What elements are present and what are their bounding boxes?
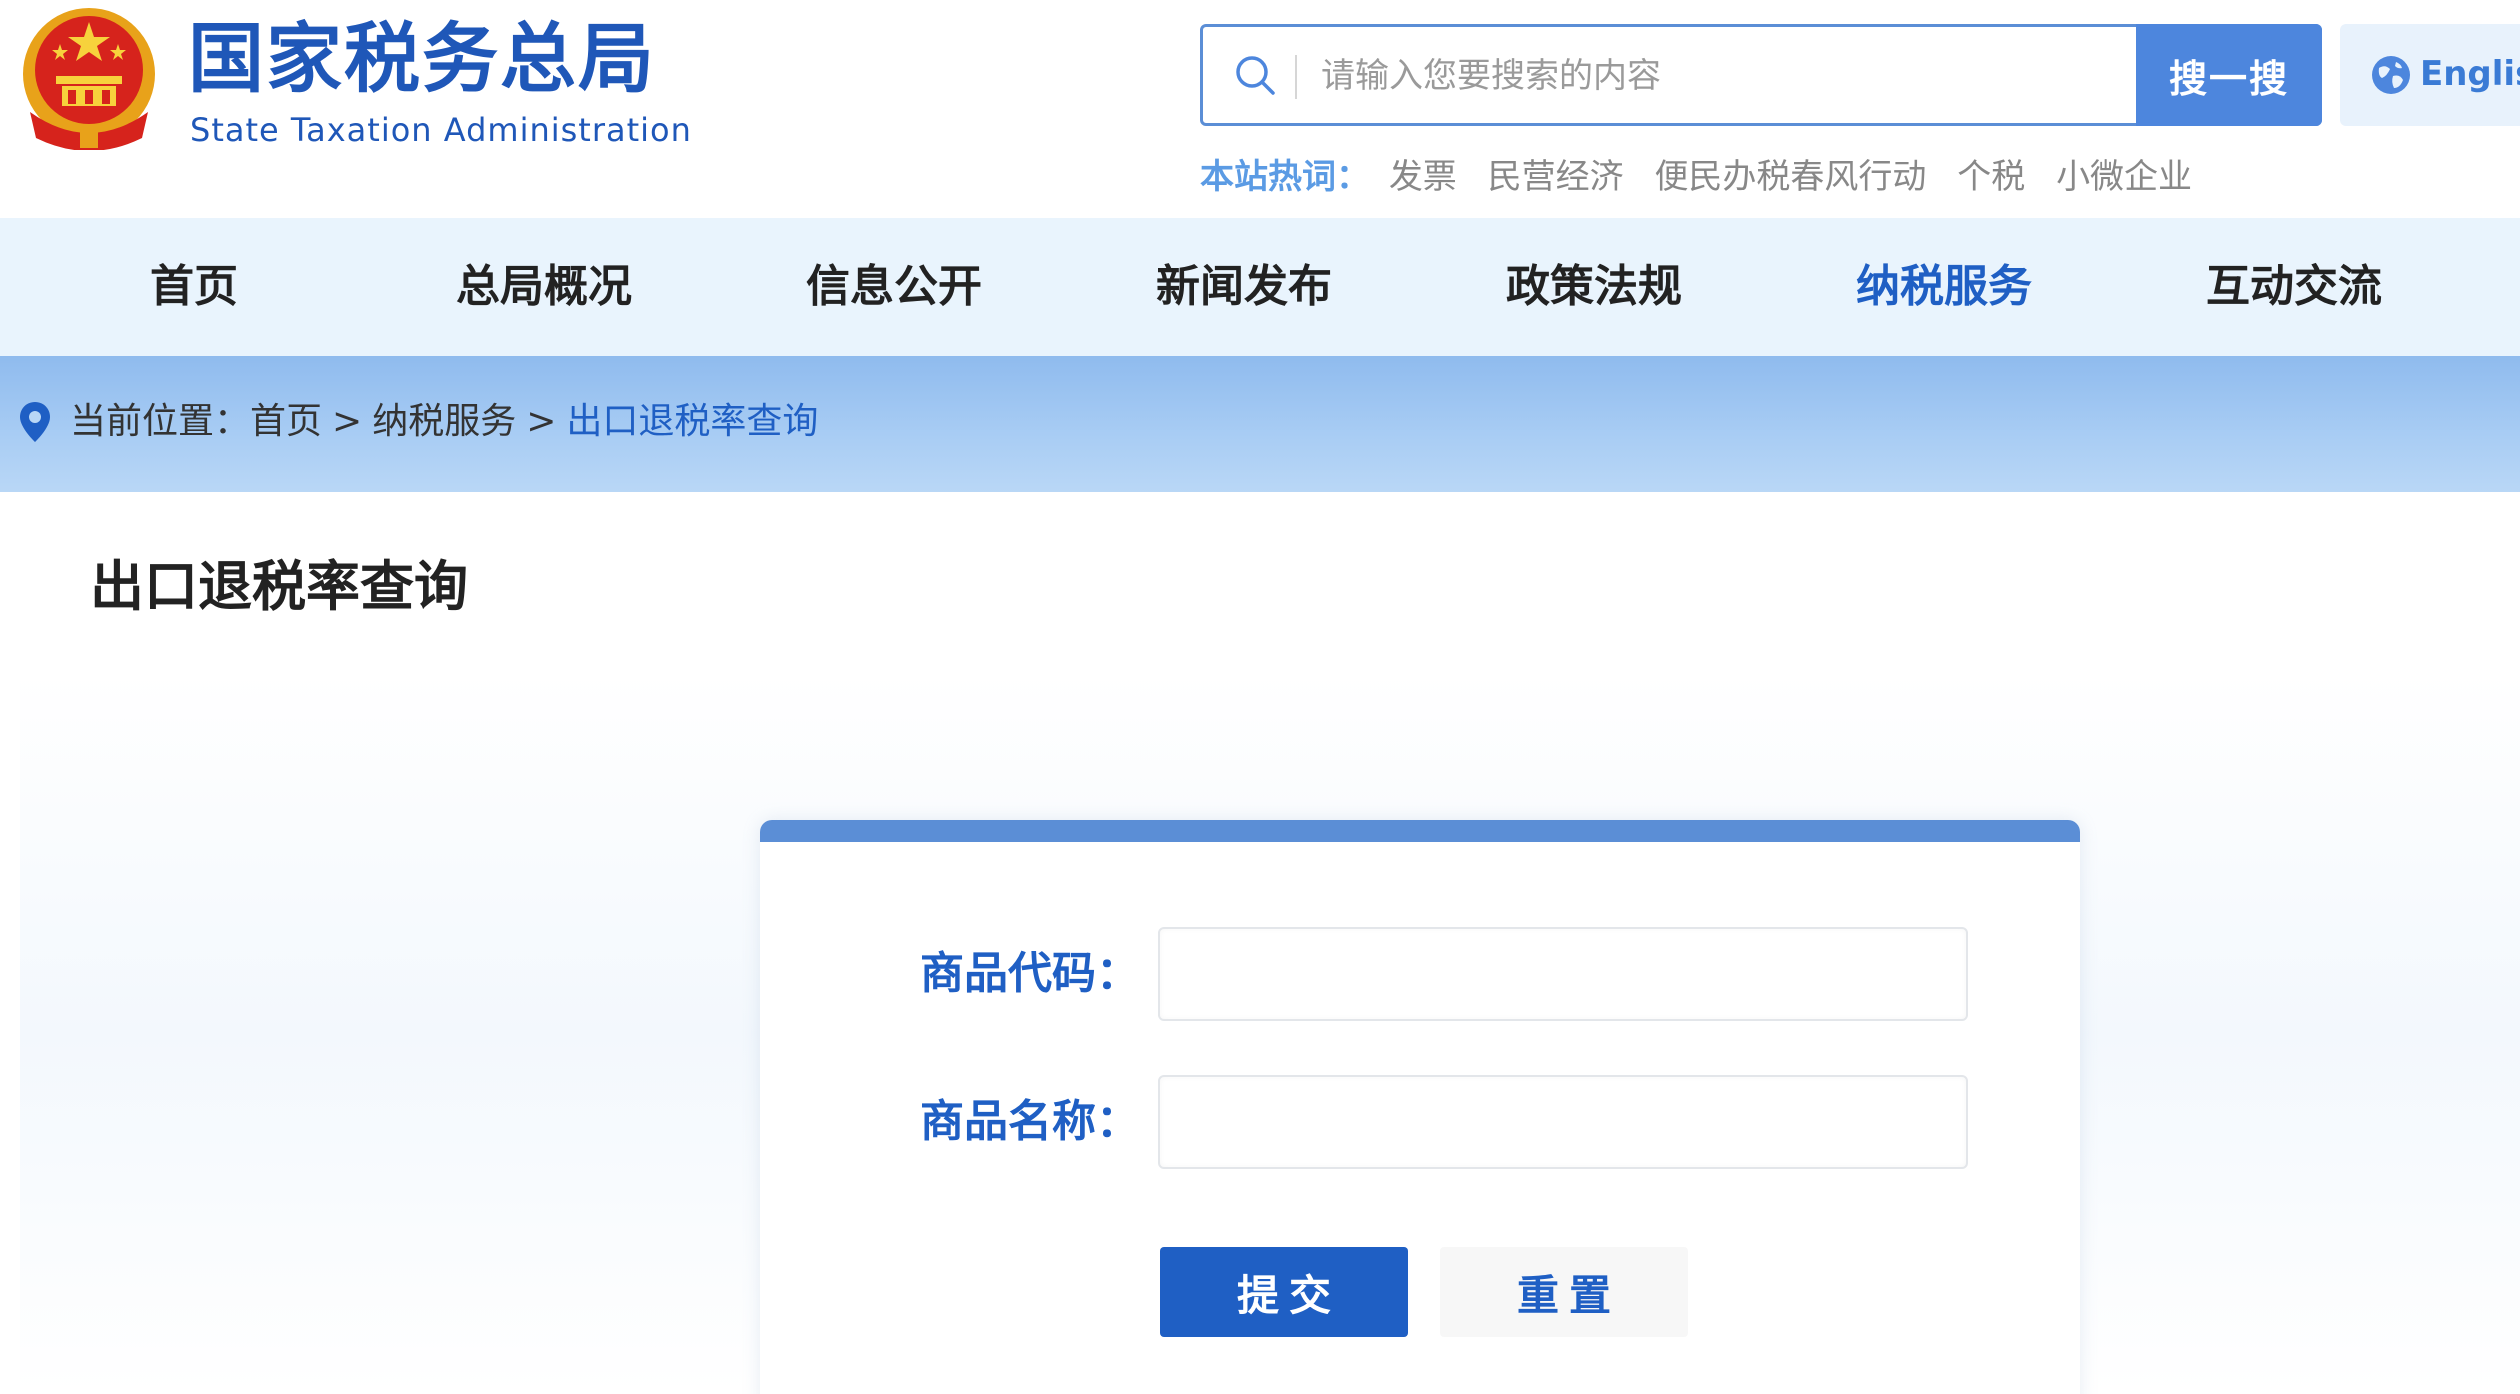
hot-word-link[interactable]: 便民办税春风行动 [1654, 157, 1926, 197]
main-nav: 首页 总局概况 信息公开 新闻发布 政策法规 纳税服务 互动交流 [0, 218, 2520, 356]
nav-item-info-disclosure[interactable]: 信息公开 [764, 218, 1024, 356]
product-name-label: 商品名称： [920, 1096, 1140, 1147]
search-box: 搜一搜 [1200, 24, 2322, 126]
breadcrumb-separator: > [332, 401, 363, 442]
main-content: 出口退税率查询 商品代码： 商品名称： 提交 重置 [20, 492, 2520, 1394]
hot-words-label: 本站热词： [1200, 157, 1370, 197]
globe-icon [2372, 56, 2410, 94]
breadcrumb-separator: > [526, 401, 557, 442]
national-emblem-icon[interactable] [20, 4, 158, 150]
nav-item-tax-service[interactable]: 纳税服务 [1814, 218, 2074, 356]
site-subtitle: State Taxation Administration [190, 111, 692, 149]
breadcrumb-current: 出口退税率查询 [566, 401, 819, 442]
header: 国家税务总局 State Taxation Administration 搜一搜… [0, 0, 2520, 218]
query-form-card: 商品代码： 商品名称： 提交 重置 [760, 820, 2080, 1394]
site-title[interactable]: 国家税务总局 [188, 14, 656, 104]
english-label: English [2420, 54, 2520, 94]
page-title: 出口退税率查询 [90, 555, 468, 618]
hot-word-link[interactable]: 民营经济 [1488, 157, 1624, 197]
breadcrumb-band: 当前位置：首页 > 纳税服务 > 出口退税率查询 [0, 356, 2520, 492]
nav-item-home[interactable]: 首页 [64, 218, 324, 356]
card-top-bar [760, 820, 2080, 842]
product-name-input[interactable] [1158, 1075, 1968, 1169]
page: 国家税务总局 State Taxation Administration 搜一搜… [0, 0, 2520, 1394]
english-button[interactable]: English [2340, 24, 2520, 126]
hot-word-link[interactable]: 发票 [1389, 157, 1457, 197]
search-divider [1295, 55, 1297, 99]
breadcrumb: 当前位置：首页 > 纳税服务 > 出口退税率查询 [70, 396, 818, 448]
search-input[interactable] [1321, 41, 2101, 111]
nav-item-policies[interactable]: 政策法规 [1464, 218, 1724, 356]
hot-word-link[interactable]: 小微企业 [2056, 157, 2192, 197]
nav-item-interaction[interactable]: 互动交流 [2164, 218, 2424, 356]
search-icon [1236, 56, 1275, 95]
breadcrumb-link-home[interactable]: 首页 [250, 401, 322, 442]
search-button[interactable]: 搜一搜 [2136, 24, 2322, 126]
reset-button[interactable]: 重置 [1440, 1247, 1688, 1337]
breadcrumb-link-tax-service[interactable]: 纳税服务 [372, 401, 516, 442]
product-code-input[interactable] [1158, 927, 1968, 1021]
nav-item-overview[interactable]: 总局概况 [414, 218, 674, 356]
hot-word-link[interactable]: 个税 [1957, 157, 2025, 197]
breadcrumb-prefix: 当前位置： [70, 401, 251, 442]
nav-item-news[interactable]: 新闻发布 [1114, 218, 1374, 356]
hot-words-bar: 本站热词： 发票 民营经济 便民办税春风行动 个税 小微企业 [1200, 154, 2212, 200]
submit-button[interactable]: 提交 [1160, 1247, 1408, 1337]
product-code-label: 商品代码： [920, 948, 1140, 999]
location-pin-icon [20, 402, 50, 442]
